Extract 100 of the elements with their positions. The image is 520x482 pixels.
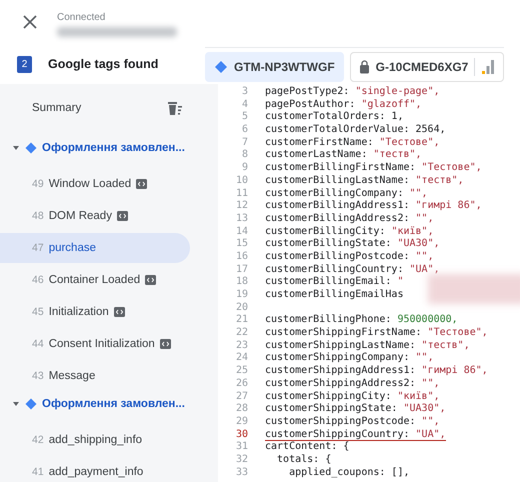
line-number: 4 [240, 98, 249, 112]
event-item[interactable]: 41 add_payment_info [0, 457, 190, 482]
line-number: 19 [234, 289, 249, 302]
event-label: DOM Ready [48, 210, 112, 222]
event-number: 46 [32, 274, 44, 286]
code-line: cartContent: { [265, 441, 350, 454]
event-item[interactable]: 49 Window Loaded [0, 169, 190, 199]
event-number: 42 [32, 434, 44, 446]
event-number: 44 [32, 338, 44, 350]
event-item[interactable]: 42 add_shipping_info [0, 425, 190, 455]
connection-status: Connected [57, 12, 106, 22]
diamond-icon [214, 60, 228, 74]
event-number: 49 [32, 178, 44, 190]
code-line: customerTotalOrders: 1, [265, 111, 404, 124]
event-item[interactable]: 46 Container Loaded [0, 265, 190, 295]
line-number: 15 [234, 238, 249, 251]
event-label: Message [48, 370, 96, 382]
event-label: add_shipping_info [48, 434, 142, 446]
code-line: customerShippingAddress1: "гимрі 86", [265, 365, 488, 378]
line-number: 12 [234, 200, 249, 213]
code-line: customerBillingCompany: "", [265, 188, 428, 200]
code-line: customerBillingCity: "київ", [265, 226, 434, 238]
event-item[interactable]: 43 Message [0, 361, 190, 391]
code-line: customerTotalOrderValue: 2564, [265, 124, 446, 137]
event-label: purchase [48, 242, 96, 254]
code-line: customerShippingCountry: "UA", [265, 428, 446, 442]
event-number: 43 [32, 370, 44, 382]
code-line: customerLastName: "теств", [265, 149, 422, 162]
code-line: totals: { [276, 454, 332, 467]
bar-chart-icon [481, 58, 496, 74]
tag-tab[interactable]: GTM-NP3WTWGF [205, 52, 344, 82]
line-number: 24 [234, 352, 249, 366]
event-label: Initialization [48, 306, 109, 318]
group-title[interactable]: Оформлення замовлен... [42, 398, 185, 410]
code-line: customerShippingState: "UA30", [265, 403, 446, 416]
line-number: 22 [234, 327, 249, 340]
line-number: 16 [234, 250, 249, 264]
code-line: customerShippingAddress2: "", [265, 378, 440, 390]
line-number: 28 [234, 403, 249, 416]
code-line: customerShippingLastName: "теств", [265, 340, 470, 352]
line-number: 3 [240, 86, 249, 99]
group-title[interactable]: Оформлення замовлен... [42, 142, 185, 154]
event-item[interactable]: 47 purchase [0, 233, 190, 263]
code-line: customerBillingEmail: " [265, 276, 404, 289]
code-line: applied_coupons: [], [288, 466, 410, 480]
line-number: 17 [234, 264, 249, 276]
line-number: 25 [234, 365, 249, 378]
line-number: 30 [234, 428, 249, 442]
line-number: 6 [240, 124, 249, 137]
summary-item[interactable]: Summary [32, 102, 82, 114]
tag-tab[interactable]: G-10CMED6XG7 [350, 52, 504, 82]
diamond-icon [25, 398, 37, 410]
event-label: Consent Initialization [48, 338, 155, 350]
caret-icon[interactable] [12, 144, 20, 152]
code-line: customerBillingAddress2: "", [265, 212, 434, 226]
code-line: customerBillingLastName: "теств", [265, 174, 464, 188]
code-line: pagePostAuthor: "glazoff", [265, 98, 422, 111]
close-icon[interactable] [23, 15, 37, 29]
event-item[interactable]: 44 Consent Initialization [0, 329, 190, 359]
tags-found-label: Google tags found [48, 57, 158, 71]
line-number: 23 [234, 340, 249, 352]
event-item[interactable]: 45 Initialization [0, 297, 190, 327]
code-line: customerBillingPostcode: "", [265, 250, 434, 264]
event-number: 47 [32, 242, 44, 254]
event-label: add_payment_info [48, 466, 144, 478]
line-number: 27 [234, 390, 249, 404]
count-badge: 2 [17, 56, 32, 72]
line-number: 26 [234, 378, 249, 390]
line-number: 21 [234, 314, 249, 328]
code-line: customerBillingEmailHas [265, 289, 404, 302]
trash-icon[interactable] [167, 100, 183, 116]
event-number: 41 [32, 466, 44, 478]
line-number: 8 [240, 149, 249, 162]
code-line: pagePostType2: "single-page", [265, 86, 440, 99]
code-line: customerShippingCity: "київ", [265, 390, 440, 403]
line-number: 7 [240, 136, 249, 150]
code-line: customerBillingState: "UA30", [265, 238, 440, 251]
event-number: 48 [32, 210, 44, 222]
event-label: Container Loaded [48, 274, 140, 286]
line-number: 32 [234, 454, 249, 467]
code-line: customerBillingFirstName: "Тестове", [265, 162, 482, 175]
event-item[interactable]: 48 DOM Ready [0, 201, 190, 231]
line-number: 11 [234, 188, 249, 200]
line-number: 20 [234, 302, 249, 314]
line-number: 29 [234, 416, 249, 429]
caret-icon[interactable] [12, 400, 20, 408]
code-line: customerFirstName: "Тестове", [265, 136, 440, 150]
line-number: 10 [234, 174, 249, 188]
line-number: 9 [240, 162, 249, 175]
code-line: customerBillingAddress1: "гимрі 86", [265, 200, 482, 213]
line-number: 33 [234, 466, 249, 480]
code-line: customerBillingCountry: "UA", [265, 264, 440, 276]
line-number: 13 [234, 212, 249, 226]
code-line: customerShippingCompany: "", [265, 352, 434, 365]
line-number: 31 [234, 441, 249, 454]
line-number: 5 [240, 111, 249, 124]
diamond-icon [25, 142, 37, 154]
code-line: customerBillingPhone: 950000000, [265, 314, 458, 327]
event-number: 45 [32, 306, 44, 318]
code-line: customerShippingFirstName: "Тестове", [265, 327, 488, 340]
